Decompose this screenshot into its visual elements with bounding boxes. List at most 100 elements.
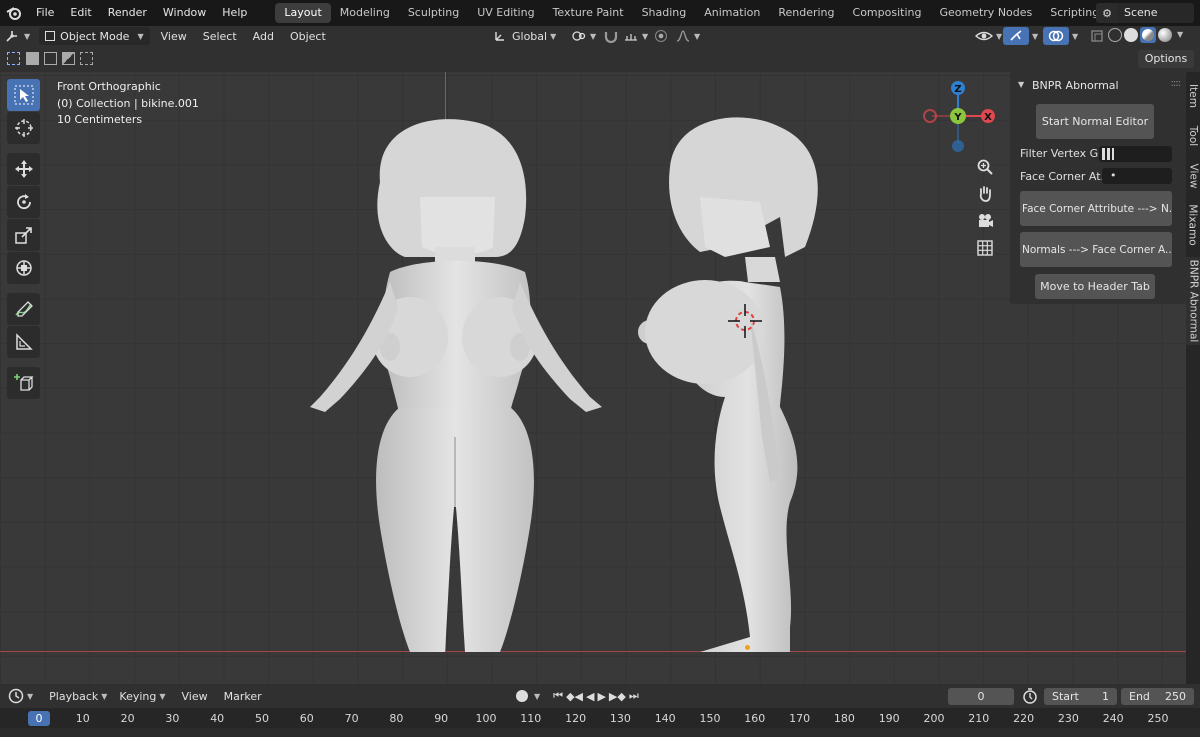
tab-modeling[interactable]: Modeling (331, 3, 399, 23)
rendered-shading-icon[interactable] (1158, 28, 1172, 42)
menu-select[interactable]: Select (198, 27, 242, 45)
select-subtract-icon[interactable] (44, 52, 57, 65)
snap-target-dropdown[interactable]: ▼ (618, 27, 653, 45)
3d-viewport[interactable]: Front Orthographic (0) Collection | biki… (0, 72, 1186, 684)
play-reverse-icon[interactable]: ◀ (586, 690, 594, 703)
proportional-edit-toggle[interactable] (650, 27, 672, 45)
chevron-down-icon[interactable]: ▼ (534, 692, 540, 701)
chevron-down-icon[interactable]: ▼ (1177, 30, 1183, 43)
chevron-down-icon[interactable]: ▼ (1032, 32, 1038, 41)
start-frame-field[interactable]: Start 1 (1044, 688, 1117, 705)
navigation-gizmo[interactable]: Z X Y (918, 78, 998, 158)
timeline-track-area[interactable] (0, 728, 1200, 737)
play-icon[interactable]: ▶ (597, 690, 605, 703)
tab-bnpr-abnormal[interactable]: BNPR Abnormal (1186, 257, 1200, 345)
auto-keying-icon[interactable] (516, 690, 528, 702)
rotate-tool[interactable] (7, 186, 40, 218)
menu-edit[interactable]: Edit (62, 0, 99, 26)
pan-button[interactable] (973, 182, 997, 206)
visibility-dropdown[interactable]: ▼ (970, 27, 1007, 45)
measure-tool[interactable] (7, 326, 40, 358)
tab-mixamo[interactable]: Mixamo (1186, 200, 1200, 250)
3d-cursor-marker[interactable] (728, 304, 762, 338)
jump-keyframe-back-icon[interactable]: ◆◀ (566, 690, 583, 703)
cursor-select-icon (14, 85, 33, 105)
menu-window[interactable]: Window (155, 0, 214, 26)
filter-vertex-group-field[interactable] (1099, 146, 1172, 162)
character-side-view[interactable] (630, 107, 830, 657)
editor-type-button[interactable]: ▼ (0, 27, 35, 45)
scale-tool[interactable] (7, 219, 40, 251)
tab-item[interactable]: Item (1186, 80, 1200, 112)
proportional-falloff-dropdown[interactable]: ▼ (670, 27, 705, 45)
menu-playback[interactable]: Playback ▼ (43, 690, 113, 703)
start-normal-editor-button[interactable]: Start Normal Editor (1036, 104, 1154, 139)
tab-tool[interactable]: Tool (1186, 120, 1200, 152)
cursor-tool[interactable] (7, 112, 40, 144)
options-dropdown[interactable]: Options (1138, 50, 1194, 68)
menu-object[interactable]: Object (285, 27, 331, 45)
annotate-tool[interactable] (7, 293, 40, 325)
normals-to-face-corner-button[interactable]: Normals ---> Face Corner A... (1020, 232, 1172, 267)
select-new-icon[interactable] (7, 52, 20, 65)
tab-compositing[interactable]: Compositing (844, 3, 931, 23)
select-intersect-icon[interactable] (80, 52, 93, 65)
chevron-down-icon: ▼ (694, 31, 701, 41)
face-corner-attribute-field[interactable]: • (1102, 168, 1172, 184)
playhead-frame[interactable]: 0 (28, 711, 50, 726)
pivot-point-button[interactable]: ▼ (566, 27, 601, 45)
menu-keying[interactable]: Keying ▼ (113, 690, 171, 703)
menu-timeline-view[interactable]: View (176, 690, 214, 703)
mode-dropdown[interactable]: Object Mode ▼ (39, 27, 150, 45)
add-cube-tool[interactable] (7, 367, 40, 399)
menu-view[interactable]: View (156, 27, 192, 45)
tab-view[interactable]: View (1186, 160, 1200, 192)
tab-rendering[interactable]: Rendering (769, 3, 843, 23)
gizmo-toggle[interactable] (1003, 27, 1029, 45)
wireframe-shading-icon[interactable] (1108, 28, 1122, 42)
chevron-down-icon[interactable]: ▼ (1018, 80, 1024, 89)
current-frame-field[interactable]: 0 (948, 688, 1014, 705)
tab-shading[interactable]: Shading (633, 3, 696, 23)
orientation-dropdown[interactable]: Global ▼ (488, 27, 561, 45)
material-shading-icon[interactable] (1140, 27, 1156, 43)
jump-start-icon[interactable]: ⏮ (553, 689, 563, 703)
xray-toggle[interactable] (1085, 27, 1109, 45)
menu-file[interactable]: File (28, 0, 62, 26)
face-corner-to-normals-button[interactable]: Face Corner Attribute ---> N... (1020, 191, 1172, 226)
chevron-down-icon[interactable]: ▼ (1072, 32, 1078, 41)
jump-end-icon[interactable]: ⏭ (629, 689, 639, 703)
solid-shading-icon[interactable] (1124, 28, 1138, 42)
tab-sculpting[interactable]: Sculpting (399, 3, 468, 23)
camera-view-button[interactable] (973, 209, 997, 233)
end-frame-label: End (1129, 690, 1150, 703)
tab-geometry-nodes[interactable]: Geometry Nodes (930, 3, 1041, 23)
blender-logo-icon[interactable] (0, 0, 28, 26)
tab-layout[interactable]: Layout (275, 3, 331, 23)
select-box-tool[interactable] (7, 79, 40, 111)
end-frame-field[interactable]: End 250 (1121, 688, 1194, 705)
panel-title[interactable]: BNPR Abnormal (1032, 79, 1119, 92)
drag-handle-icon[interactable]: :::: (1171, 78, 1182, 89)
perspective-toggle-button[interactable] (973, 236, 997, 260)
select-extend-icon[interactable] (26, 52, 39, 65)
scene-selector[interactable]: ⚙ Scene (1096, 3, 1194, 23)
menu-marker[interactable]: Marker (218, 690, 268, 703)
character-front-view[interactable] (280, 107, 630, 657)
move-to-header-tab-button[interactable]: Move to Header Tab (1035, 274, 1155, 299)
menu-add[interactable]: Add (248, 27, 279, 45)
zoom-button[interactable] (973, 155, 997, 179)
tab-texture-paint[interactable]: Texture Paint (544, 3, 633, 23)
timeline-ruler[interactable]: 10 20 30 40 50 60 70 80 90 100 110 120 130 140 150 160 1… (0, 708, 1200, 728)
timeline-editor-type[interactable]: ▼ (0, 688, 39, 704)
overlays-toggle[interactable] (1043, 27, 1069, 45)
transform-tool[interactable] (7, 252, 40, 284)
tab-animation[interactable]: Animation (695, 3, 769, 23)
jump-keyframe-forward-icon[interactable]: ▶◆ (609, 690, 626, 703)
tab-uv-editing[interactable]: UV Editing (468, 3, 543, 23)
menu-render[interactable]: Render (100, 0, 155, 26)
move-tool[interactable] (7, 153, 40, 185)
select-invert-icon[interactable] (62, 52, 75, 65)
menu-help[interactable]: Help (214, 0, 255, 26)
preview-range-icon[interactable] (1022, 688, 1038, 704)
